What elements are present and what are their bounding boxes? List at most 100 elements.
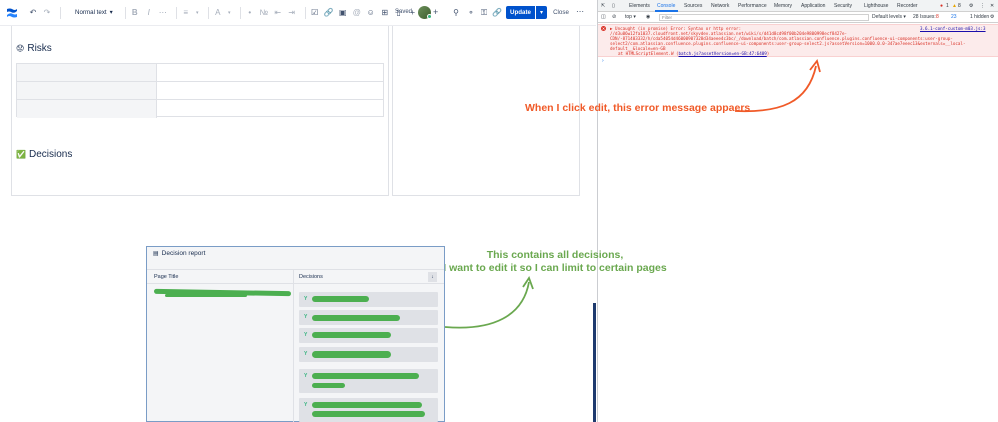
more-options-icon[interactable]: ⋮ — [980, 3, 985, 9]
settings-icon[interactable]: ⚙ — [969, 3, 973, 9]
tab-network[interactable]: Network — [711, 3, 729, 9]
tab-elements[interactable]: Elements — [629, 3, 650, 9]
undo-icon[interactable]: ↶ — [28, 8, 38, 18]
comment-icon[interactable]: ⚬ — [466, 8, 476, 18]
link-icon[interactable]: 🔗 — [324, 8, 334, 18]
issues-label[interactable]: 28 Issues: — [913, 14, 936, 20]
scrollbar[interactable] — [593, 303, 596, 422]
update-button[interactable]: Update — [506, 6, 535, 19]
table-icon[interactable]: ⊞ — [380, 8, 390, 18]
column-divider — [293, 269, 294, 422]
tab-lighthouse[interactable]: Lighthouse — [864, 3, 888, 9]
action-item-icon[interactable]: ☑ — [310, 8, 320, 18]
console-error-message[interactable]: ✕ ▶ Uncaught (in promise) Error: Syntax … — [598, 24, 998, 57]
tab-recorder[interactable]: Recorder — [897, 3, 918, 9]
hidden-count: 1 hidden — [970, 14, 990, 20]
redo-icon[interactable]: ↷ — [42, 8, 52, 18]
table-row[interactable]: Y — [299, 292, 438, 307]
warning-count-icon[interactable]: ▲ — [952, 3, 957, 9]
issues-error-count[interactable]: 8 — [936, 14, 939, 20]
red-arrow — [734, 59, 821, 113]
italic-icon[interactable]: I — [144, 8, 154, 18]
align-icon[interactable]: ≡ — [181, 8, 191, 18]
tab-memory[interactable]: Memory — [774, 3, 792, 9]
saved-status: Saved — [395, 9, 413, 15]
eye-icon[interactable]: ◉ — [646, 14, 650, 20]
column-decisions[interactable]: Decisions — [299, 274, 323, 280]
inspect-element-icon[interactable]: ⇱ — [601, 3, 605, 9]
context-label: top — [625, 14, 632, 20]
console-prompt-icon[interactable]: › — [602, 58, 604, 64]
close-button[interactable]: Close — [550, 6, 572, 19]
check-mark-icon: ✅ — [16, 150, 26, 159]
chevron-down-icon[interactable]: ▾ — [227, 8, 232, 18]
table-row[interactable] — [17, 64, 383, 82]
emoji-icon[interactable]: ☺ — [366, 8, 376, 18]
annotation-green-line2: I want to edit it so I can limit to cert… — [443, 262, 667, 274]
chevron-down-icon[interactable]: ▾ — [195, 8, 200, 18]
tab-performance[interactable]: Performance — [738, 3, 767, 9]
redacted-decision — [312, 383, 345, 388]
table-header-cell[interactable] — [17, 82, 157, 99]
restrictions-icon[interactable]: ⚿ — [479, 8, 489, 18]
device-toolbar-icon[interactable]: ▯ — [612, 3, 615, 9]
log-levels-dropdown[interactable]: Default levels ▾ — [872, 14, 906, 20]
toolbar-divider — [304, 6, 306, 19]
document-icon: ▤ — [153, 251, 159, 257]
report-title-text: Decision report — [161, 250, 206, 257]
tab-security[interactable]: Security — [834, 3, 852, 9]
copy-link-icon[interactable]: 🔗 — [492, 8, 502, 18]
redacted-decision — [312, 402, 422, 408]
update-options-button[interactable]: ▾ — [536, 6, 547, 19]
table-row[interactable] — [17, 100, 383, 118]
mention-icon[interactable]: @ — [352, 8, 362, 18]
text-color-icon[interactable]: A — [213, 8, 223, 18]
invite-icon[interactable]: + — [433, 7, 438, 17]
more-actions-icon[interactable]: ⋯ — [576, 7, 584, 16]
decision-report-macro[interactable]: ▤ Decision report Page Title Decisions ↓… — [146, 246, 445, 422]
table-row[interactable]: Y — [299, 347, 438, 362]
confluence-logo-icon[interactable] — [6, 7, 18, 19]
indent-icon[interactable]: ⇥ — [287, 8, 297, 18]
issues-warn-count[interactable]: 23 — [951, 14, 957, 20]
table-row[interactable]: Y — [299, 398, 438, 422]
numbered-list-icon[interactable]: № — [259, 8, 269, 18]
table-row[interactable] — [17, 82, 383, 100]
error-stack-link[interactable]: batch.js?assetVersion=en-GB:47:6409 — [679, 51, 767, 56]
risks-table[interactable] — [16, 63, 384, 118]
editor-toolbar: ↶ ↷ Normal text ▾ B I ⋯ ≡ ▾ A ▾ • № ⇤ ⇥ ☑… — [0, 0, 596, 26]
table-header-cell[interactable] — [17, 64, 157, 81]
table-row[interactable]: Y — [299, 369, 438, 393]
text-style-dropdown[interactable]: Normal text ▾ — [75, 9, 113, 16]
error-count-icon[interactable]: ● — [940, 3, 943, 9]
error-stack-line: at HTMLScriptElement.W (batch.js?assetVe… — [618, 51, 770, 56]
tab-application[interactable]: Application — [801, 3, 825, 9]
console-settings-icon[interactable]: ⚙ — [990, 14, 994, 20]
table-row[interactable]: Y — [299, 310, 438, 325]
bold-icon[interactable]: B — [130, 8, 140, 18]
tab-sources[interactable]: Sources — [684, 3, 702, 9]
sidebar-toggle-icon[interactable]: ◫ — [601, 14, 606, 20]
clear-console-icon[interactable]: ⊘ — [612, 14, 616, 20]
image-icon[interactable]: ▣ — [338, 8, 348, 18]
outdent-icon[interactable]: ⇤ — [273, 8, 283, 18]
table-row[interactable]: Y — [299, 328, 438, 343]
toolbar-divider — [60, 6, 61, 19]
sort-icon[interactable]: ↓ — [428, 272, 437, 282]
toolbar-divider — [239, 6, 241, 19]
chevron-down-icon: ▾ — [109, 9, 113, 16]
decision-icon: Y — [304, 402, 308, 408]
error-source-link[interactable]: 3.6.1-conf-custom-m03.js:3 — [920, 26, 986, 31]
tab-console[interactable]: Console — [657, 3, 675, 9]
more-formatting-icon[interactable]: ⋯ — [158, 8, 168, 18]
find-icon[interactable]: ⚲ — [451, 8, 461, 18]
table-header-cell[interactable] — [17, 100, 157, 118]
redacted-decision — [312, 296, 369, 302]
bullet-list-icon[interactable]: • — [245, 8, 255, 18]
decision-icon: Y — [304, 332, 308, 338]
context-select[interactable]: top ▾ — [625, 14, 636, 20]
column-page-title[interactable]: Page Title — [154, 274, 178, 280]
close-devtools-icon[interactable]: ✕ — [990, 3, 994, 9]
report-title: ▤ Decision report — [153, 250, 205, 257]
console-filter-input[interactable]: Filter — [659, 14, 869, 21]
